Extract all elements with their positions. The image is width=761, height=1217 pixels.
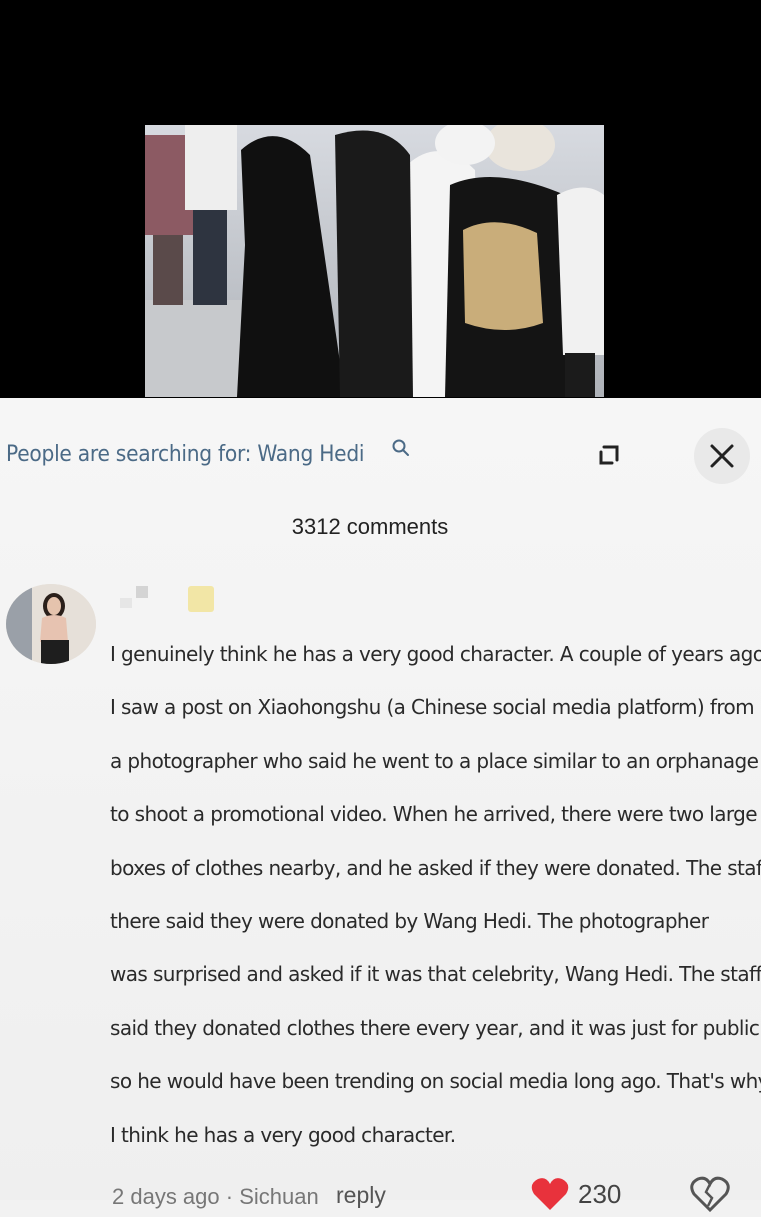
- comment-line: so he would have been trending on social…: [110, 1069, 761, 1094]
- comments-count: 3312 comments: [291, 514, 449, 539]
- avatar[interactable]: [6, 584, 96, 664]
- street-photo: [145, 125, 604, 397]
- expand-button[interactable]: [588, 434, 630, 476]
- search-icon[interactable]: [391, 438, 411, 458]
- dislike-button[interactable]: [690, 1176, 730, 1217]
- heart-icon: [531, 1178, 569, 1210]
- broken-heart-icon: [690, 1176, 730, 1213]
- video-area: [0, 0, 761, 398]
- close-button[interactable]: [694, 428, 750, 484]
- video-thumbnail[interactable]: [145, 125, 604, 397]
- comment-line: I genuinely think he has a very good cha…: [110, 642, 761, 666]
- expand-icon: [599, 445, 619, 465]
- search-suggestion-label: People are searching for: Wang Hedi: [6, 441, 365, 467]
- comment-line: boxes of clothes nearby, and he asked if…: [110, 855, 761, 880]
- comment-line: to shoot a promotional video. When he ar…: [110, 802, 758, 827]
- comment-line: was surprised and asked if it was that c…: [110, 962, 761, 987]
- like-button[interactable]: 230: [530, 1176, 621, 1212]
- comment-line: a photographer who said he went to a pla…: [110, 748, 759, 773]
- search-suggestion[interactable]: People are searching for: Wang Hedi: [6, 434, 411, 474]
- comment-line: I saw a post on Xiaohongshu (a Chinese s…: [110, 695, 755, 720]
- blurred-username-image: [120, 586, 214, 612]
- close-icon: [710, 444, 734, 468]
- comment-line: said they donated clothes there every ye…: [110, 1015, 761, 1040]
- comment-meta: 2 days ago · Sichuan: [112, 1184, 319, 1209]
- comment-line: there said they were donated by Wang Hed…: [110, 909, 709, 934]
- username-blurred[interactable]: [118, 584, 218, 616]
- comments-panel: People are searching for: Wang Hedi 3312…: [0, 398, 761, 1213]
- comment-line: I think he has a very good character.: [110, 1122, 456, 1147]
- avatar-image: [6, 584, 96, 664]
- comment-text: I genuinely think he has a very good cha…: [110, 628, 761, 1162]
- reply-button[interactable]: reply: [336, 1182, 386, 1209]
- like-count: 230: [578, 1178, 622, 1209]
